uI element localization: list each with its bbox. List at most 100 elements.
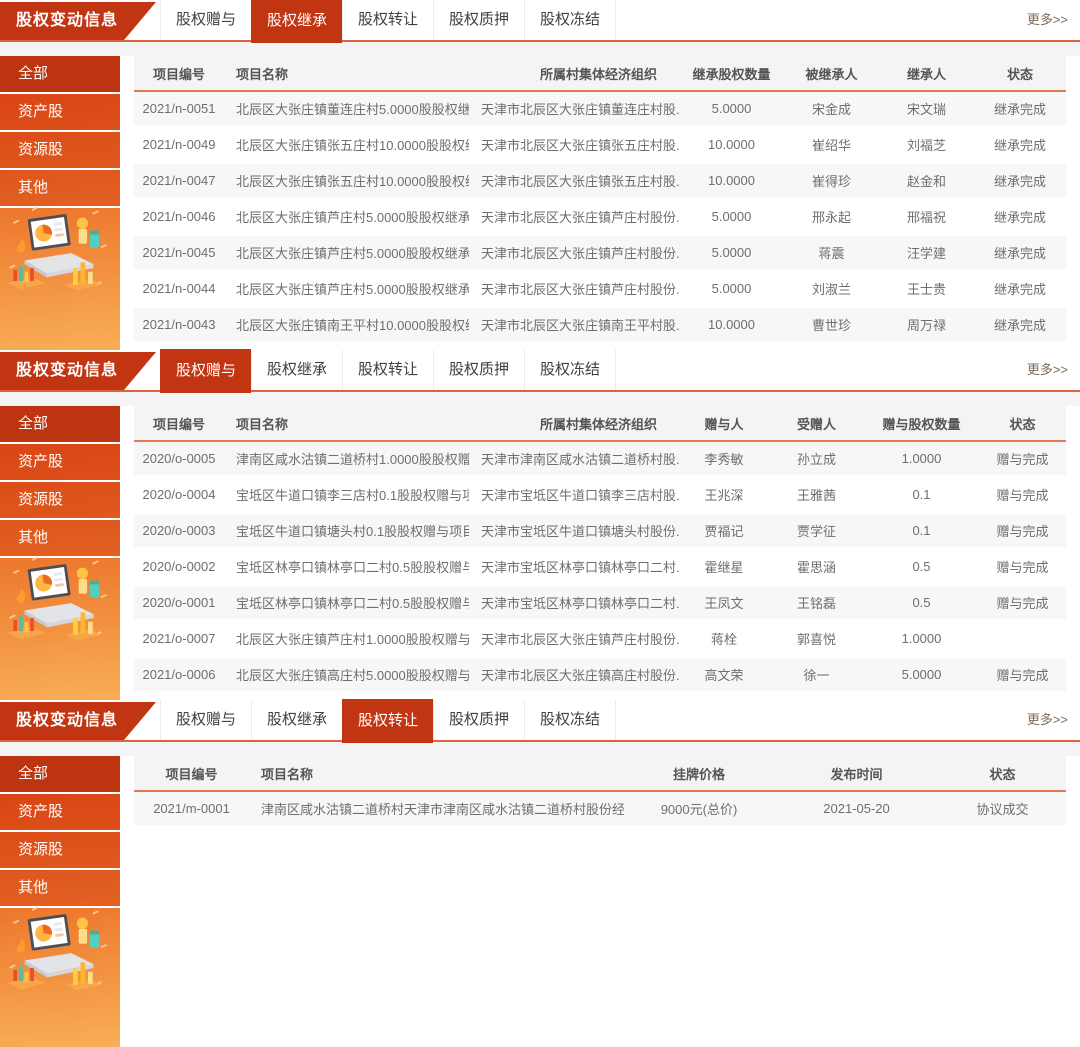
sidebar-item-资源股[interactable]: 资源股 xyxy=(0,832,120,870)
table-row[interactable]: 2021/n-0047北辰区大张庄镇张五庄村10.0000股股权继...天津市北… xyxy=(134,163,1066,199)
equity-panel-transfer: 股权变动信息 股权赠与股权继承股权转让股权质押股权冻结 更多>> 全部资产股资源… xyxy=(0,700,1080,1047)
table-cell: 宝坻区牛道口镇李三店村0.1股股权赠与项目 xyxy=(224,477,469,513)
panel-gap xyxy=(0,392,1080,406)
table-cell: 王士贵 xyxy=(879,271,974,307)
category-sidebar-items: 全部资产股资源股其他 xyxy=(0,406,120,558)
table-cell: 10.0000 xyxy=(679,163,784,199)
table-row[interactable]: 2020/o-0003宝坻区牛道口镇塘头村0.1股股权赠与项目天津市宝坻区牛道口… xyxy=(134,513,1066,549)
tab-股权质押[interactable]: 股权质押 xyxy=(433,350,524,390)
tab-股权转让[interactable]: 股权转让 xyxy=(342,699,433,743)
table-row[interactable]: 2020/o-0002宝坻区林亭口镇林亭口二村0.5股股权赠与...天津市宝坻区… xyxy=(134,549,1066,585)
tab-股权继承[interactable]: 股权继承 xyxy=(251,0,342,43)
table-row[interactable]: 2021/o-0007北辰区大张庄镇芦庄村1.0000股股权赠与...天津市北辰… xyxy=(134,621,1066,657)
tab-股权冻结[interactable]: 股权冻结 xyxy=(524,350,616,390)
panel-title-ribbon: 股权变动信息 xyxy=(0,2,156,40)
table-cell: 刘淑兰 xyxy=(784,271,879,307)
tab-股权转让[interactable]: 股权转让 xyxy=(342,0,433,40)
table-row[interactable]: 2020/o-0005津南区咸水沽镇二道桥村1.0000股股权赠...天津市津南… xyxy=(134,441,1066,477)
table-cell: 宋文瑞 xyxy=(879,91,974,127)
category-sidebar: 全部资产股资源股其他 xyxy=(0,56,120,350)
table-cell: 0.5 xyxy=(864,585,979,621)
tab-股权质押[interactable]: 股权质押 xyxy=(433,700,524,740)
sidebar-item-资产股[interactable]: 资产股 xyxy=(0,94,120,132)
table-cell: 天津市北辰区大张庄镇张五庄村股... xyxy=(469,127,679,163)
table-cell: 王铭磊 xyxy=(769,585,864,621)
tab-股权继承[interactable]: 股权继承 xyxy=(251,350,342,390)
more-link[interactable]: 更多>> xyxy=(1027,0,1068,40)
table-row[interactable]: 2020/o-0004宝坻区牛道口镇李三店村0.1股股权赠与项目天津市宝坻区牛道… xyxy=(134,477,1066,513)
column-header-受赠人: 受赠人 xyxy=(769,406,864,441)
table-cell: 汪学建 xyxy=(879,235,974,271)
table-cell: 徐一 xyxy=(769,657,864,693)
table-row[interactable]: 2021/n-0043北辰区大张庄镇南王平村10.0000股股权继...天津市北… xyxy=(134,307,1066,343)
table-row[interactable]: 2021/n-0045北辰区大张庄镇芦庄村5.0000股股权继承...天津市北辰… xyxy=(134,235,1066,271)
table-cell: 赠与完成 xyxy=(979,585,1066,621)
sidebar-item-全部[interactable]: 全部 xyxy=(0,56,120,94)
table-cell: 2020/o-0005 xyxy=(134,441,224,477)
table-cell: 5.0000 xyxy=(679,91,784,127)
transfer-table: 项目编号项目名称挂牌价格发布时间状态2021/m-0001津南区咸水沽镇二道桥村… xyxy=(134,756,1066,828)
table-header-row: 项目编号项目名称所属村集体经济组织赠与人受赠人赠与股权数量状态 xyxy=(134,406,1066,441)
sidebar-item-全部[interactable]: 全部 xyxy=(0,406,120,444)
panel-title: 股权变动信息 xyxy=(16,12,118,29)
table-cell: 赠与完成 xyxy=(979,477,1066,513)
table-cell: 邢福祝 xyxy=(879,199,974,235)
table-cell: 赠与完成 xyxy=(979,441,1066,477)
column-header-被继承人: 被继承人 xyxy=(784,56,879,91)
tab-股权赠与[interactable]: 股权赠与 xyxy=(160,700,251,740)
table-cell: 天津市北辰区大张庄镇南王平村股... xyxy=(469,307,679,343)
table-cell: 宝坻区林亭口镇林亭口二村0.5股股权赠与... xyxy=(224,585,469,621)
table-cell: 北辰区大张庄镇南王平村10.0000股股权继... xyxy=(224,307,469,343)
tab-股权质押[interactable]: 股权质押 xyxy=(433,0,524,40)
table-cell: 北辰区大张庄镇董连庄村5.0000股股权继... xyxy=(224,91,469,127)
table-row[interactable]: 2020/o-0001宝坻区林亭口镇林亭口二村0.5股股权赠与...天津市宝坻区… xyxy=(134,585,1066,621)
table-cell: 5.0000 xyxy=(679,235,784,271)
sidebar-item-资产股[interactable]: 资产股 xyxy=(0,444,120,482)
table-cell: 霍思涵 xyxy=(769,549,864,585)
table-row[interactable]: 2021/n-0049北辰区大张庄镇张五庄村10.0000股股权继...天津市北… xyxy=(134,127,1066,163)
column-header-继承人: 继承人 xyxy=(879,56,974,91)
table-row[interactable]: 2021/o-0006北辰区大张庄镇高庄村5.0000股股权赠与...天津市北辰… xyxy=(134,657,1066,693)
table-row[interactable]: 2021/n-0051北辰区大张庄镇董连庄村5.0000股股权继...天津市北辰… xyxy=(134,91,1066,127)
panel-header: 股权变动信息 股权赠与股权继承股权转让股权质押股权冻结 更多>> xyxy=(0,700,1080,742)
column-header-发布时间: 发布时间 xyxy=(774,756,939,791)
table-cell: 北辰区大张庄镇张五庄村10.0000股股权继... xyxy=(224,163,469,199)
table-header-row: 项目编号项目名称所属村集体经济组织继承股权数量被继承人继承人状态 xyxy=(134,56,1066,91)
tab-股权赠与[interactable]: 股权赠与 xyxy=(160,0,251,40)
table-cell: 王兆深 xyxy=(679,477,769,513)
sidebar-item-全部[interactable]: 全部 xyxy=(0,756,120,794)
table-cell: 协议成交 xyxy=(939,791,1066,827)
table-cell: 2021/n-0047 xyxy=(134,163,224,199)
more-link[interactable]: 更多>> xyxy=(1027,350,1068,390)
table-row[interactable]: 2021/n-0044北辰区大张庄镇芦庄村5.0000股股权继承...天津市北辰… xyxy=(134,271,1066,307)
more-link[interactable]: 更多>> xyxy=(1027,700,1068,740)
table-row[interactable]: 2021/m-0001津南区咸水沽镇二道桥村天津市津南区咸水沽镇二道桥村股份经.… xyxy=(134,791,1066,827)
sidebar-item-资源股[interactable]: 资源股 xyxy=(0,132,120,170)
tab-股权冻结[interactable]: 股权冻结 xyxy=(524,0,616,40)
column-header-项目编号: 项目编号 xyxy=(134,406,224,441)
panel-gap xyxy=(0,742,1080,756)
panel-header: 股权变动信息 股权赠与股权继承股权转让股权质押股权冻结 更多>> xyxy=(0,0,1080,42)
table-cell: 天津市宝坻区牛道口镇塘头村股份... xyxy=(469,513,679,549)
table-cell: 宝坻区林亭口镇林亭口二村0.5股股权赠与... xyxy=(224,549,469,585)
sidebar-item-资源股[interactable]: 资源股 xyxy=(0,482,120,520)
table-cell: 贾学征 xyxy=(769,513,864,549)
column-header-项目名称: 项目名称 xyxy=(249,756,624,791)
table-cell: 5.0000 xyxy=(679,271,784,307)
table-cell: 天津市北辰区大张庄镇高庄村股份... xyxy=(469,657,679,693)
sidebar-item-资产股[interactable]: 资产股 xyxy=(0,794,120,832)
tab-股权转让[interactable]: 股权转让 xyxy=(342,350,433,390)
table-row[interactable]: 2021/n-0046北辰区大张庄镇芦庄村5.0000股股权继承...天津市北辰… xyxy=(134,199,1066,235)
tab-股权冻结[interactable]: 股权冻结 xyxy=(524,700,616,740)
tab-股权继承[interactable]: 股权继承 xyxy=(251,700,342,740)
table-cell: 天津市北辰区大张庄镇芦庄村股份... xyxy=(469,621,679,657)
table-cell: 天津市北辰区大张庄镇芦庄村股份... xyxy=(469,199,679,235)
panel-title: 股权变动信息 xyxy=(16,712,118,729)
table-cell: 崔得珍 xyxy=(784,163,879,199)
table-cell: 0.5 xyxy=(864,549,979,585)
charts-laptop-illustration xyxy=(4,902,116,1006)
table-cell: 天津市津南区咸水沽镇二道桥村股... xyxy=(469,441,679,477)
tab-股权赠与[interactable]: 股权赠与 xyxy=(160,349,251,393)
table-header-row: 项目编号项目名称挂牌价格发布时间状态 xyxy=(134,756,1066,791)
table-cell: 1.0000 xyxy=(864,621,979,657)
